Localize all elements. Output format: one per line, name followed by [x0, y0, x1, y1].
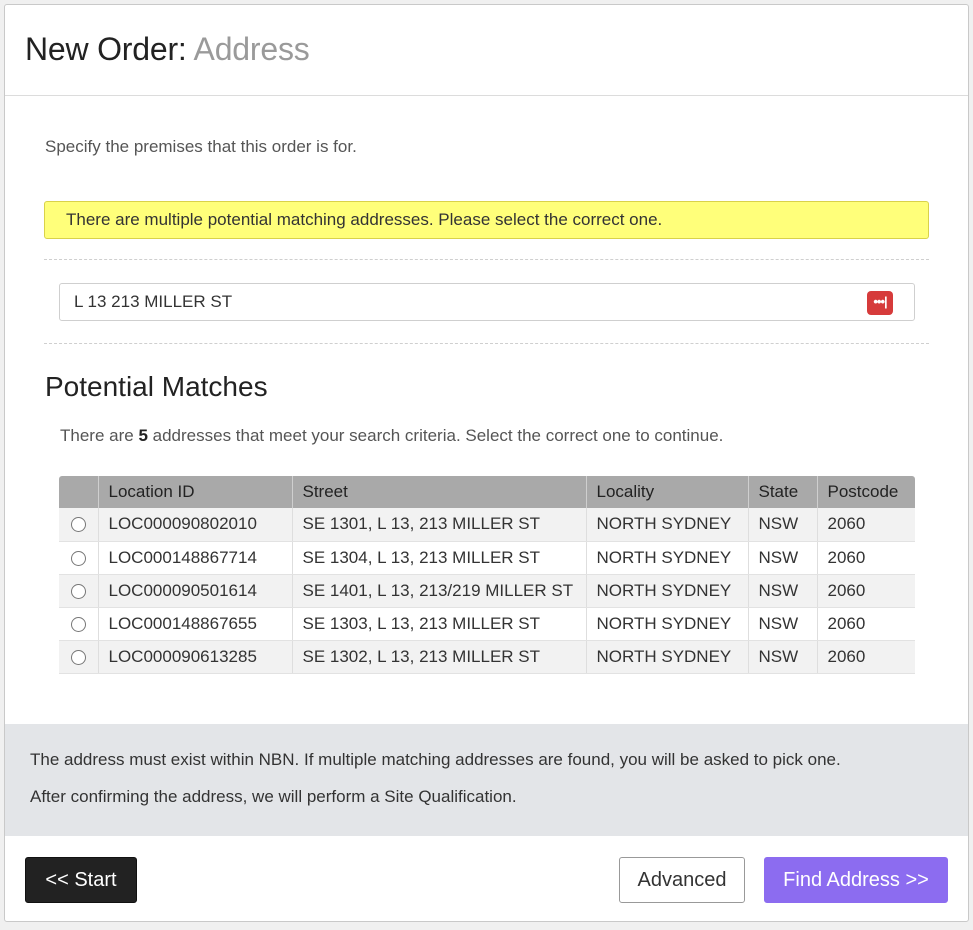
- header-location-id[interactable]: Location ID: [98, 476, 293, 508]
- cell-street: SE 1301, L 13, 213 MILLER ST: [292, 508, 587, 542]
- select-address-radio[interactable]: [70, 616, 86, 632]
- cell-postcode: 2060: [817, 541, 915, 575]
- multiple-matches-alert: There are multiple potential matching ad…: [44, 201, 929, 239]
- cell-state: NSW: [748, 640, 818, 674]
- header-state[interactable]: State: [748, 476, 818, 508]
- cell-street: SE 1303, L 13, 213 MILLER ST: [292, 607, 587, 641]
- divider: [44, 259, 929, 260]
- cell-locality: NORTH SYDNEY: [586, 508, 749, 542]
- cell-postcode: 2060: [817, 607, 915, 641]
- cell-street: SE 1401, L 13, 213/219 MILLER ST: [292, 574, 587, 608]
- header-street[interactable]: Street: [292, 476, 587, 508]
- cell-street: SE 1304, L 13, 213 MILLER ST: [292, 541, 587, 575]
- header-locality[interactable]: Locality: [586, 476, 749, 508]
- cell-location-id: LOC000090802010: [98, 508, 293, 542]
- cell-state: NSW: [748, 574, 818, 608]
- cell-locality: NORTH SYDNEY: [586, 574, 749, 608]
- table-row[interactable]: LOC000148867714 SE 1304, L 13, 213 MILLE…: [59, 541, 915, 575]
- row-select-cell: [59, 541, 99, 575]
- address-search-input[interactable]: [74, 284, 854, 320]
- page-title-main: New Order:: [25, 31, 187, 67]
- cell-state: NSW: [748, 508, 818, 542]
- cell-locality: NORTH SYDNEY: [586, 541, 749, 575]
- password-manager-icon[interactable]: •••|: [867, 291, 893, 315]
- cell-location-id: LOC000148867655: [98, 607, 293, 641]
- cell-location-id: LOC000090501614: [98, 574, 293, 608]
- cell-location-id: LOC000090613285: [98, 640, 293, 674]
- select-address-radio[interactable]: [70, 517, 86, 533]
- header-postcode[interactable]: Postcode: [817, 476, 915, 508]
- table-header-row: Location ID Street Locality State Postco…: [59, 476, 915, 508]
- info-line-nbn: The address must exist within NBN. If mu…: [30, 750, 841, 769]
- select-address-radio[interactable]: [70, 583, 86, 599]
- start-button[interactable]: << Start: [25, 857, 137, 903]
- cell-locality: NORTH SYDNEY: [586, 607, 749, 641]
- row-select-cell: [59, 640, 99, 674]
- select-address-radio[interactable]: [70, 550, 86, 566]
- info-line-site-qualification: After confirming the address, we will pe…: [30, 787, 517, 806]
- table-row[interactable]: LOC000090802010 SE 1301, L 13, 213 MILLE…: [59, 508, 915, 542]
- potential-matches-title: Potential Matches: [45, 371, 268, 402]
- cell-location-id: LOC000148867714: [98, 541, 293, 575]
- address-search-box: •••|: [59, 283, 915, 321]
- page-title-step: Address: [193, 31, 310, 67]
- cell-state: NSW: [748, 607, 818, 641]
- advanced-button[interactable]: Advanced: [619, 857, 745, 903]
- intro-text: Specify the premises that this order is …: [45, 137, 357, 156]
- cell-postcode: 2060: [817, 640, 915, 674]
- table-row[interactable]: LOC000148867655 SE 1303, L 13, 213 MILLE…: [59, 607, 915, 641]
- row-select-cell: [59, 508, 99, 542]
- criteria-text: There are 5 addresses that meet your sea…: [60, 426, 723, 446]
- row-select-cell: [59, 574, 99, 608]
- cell-postcode: 2060: [817, 574, 915, 608]
- criteria-prefix: There are: [60, 426, 134, 445]
- select-address-radio[interactable]: [70, 649, 86, 665]
- match-count: 5: [138, 426, 148, 445]
- info-panel: The address must exist within NBN. If mu…: [5, 724, 968, 836]
- card-header: New Order: Address: [5, 5, 968, 96]
- row-select-cell: [59, 607, 99, 641]
- order-card: New Order: Address Specify the premises …: [4, 4, 969, 922]
- find-address-button[interactable]: Find Address >>: [764, 857, 948, 903]
- criteria-suffix: addresses that meet your search criteria…: [152, 426, 724, 445]
- cell-postcode: 2060: [817, 508, 915, 542]
- table-row[interactable]: LOC000090613285 SE 1302, L 13, 213 MILLE…: [59, 640, 915, 674]
- cell-state: NSW: [748, 541, 818, 575]
- matches-table: Location ID Street Locality State Postco…: [59, 476, 915, 674]
- matches-table-wrap: Location ID Street Locality State Postco…: [59, 476, 915, 674]
- page-title: New Order: Address: [25, 31, 968, 68]
- divider: [44, 343, 929, 344]
- header-select: [59, 476, 99, 508]
- cell-street: SE 1302, L 13, 213 MILLER ST: [292, 640, 587, 674]
- cell-locality: NORTH SYDNEY: [586, 640, 749, 674]
- table-row[interactable]: LOC000090501614 SE 1401, L 13, 213/219 M…: [59, 574, 915, 608]
